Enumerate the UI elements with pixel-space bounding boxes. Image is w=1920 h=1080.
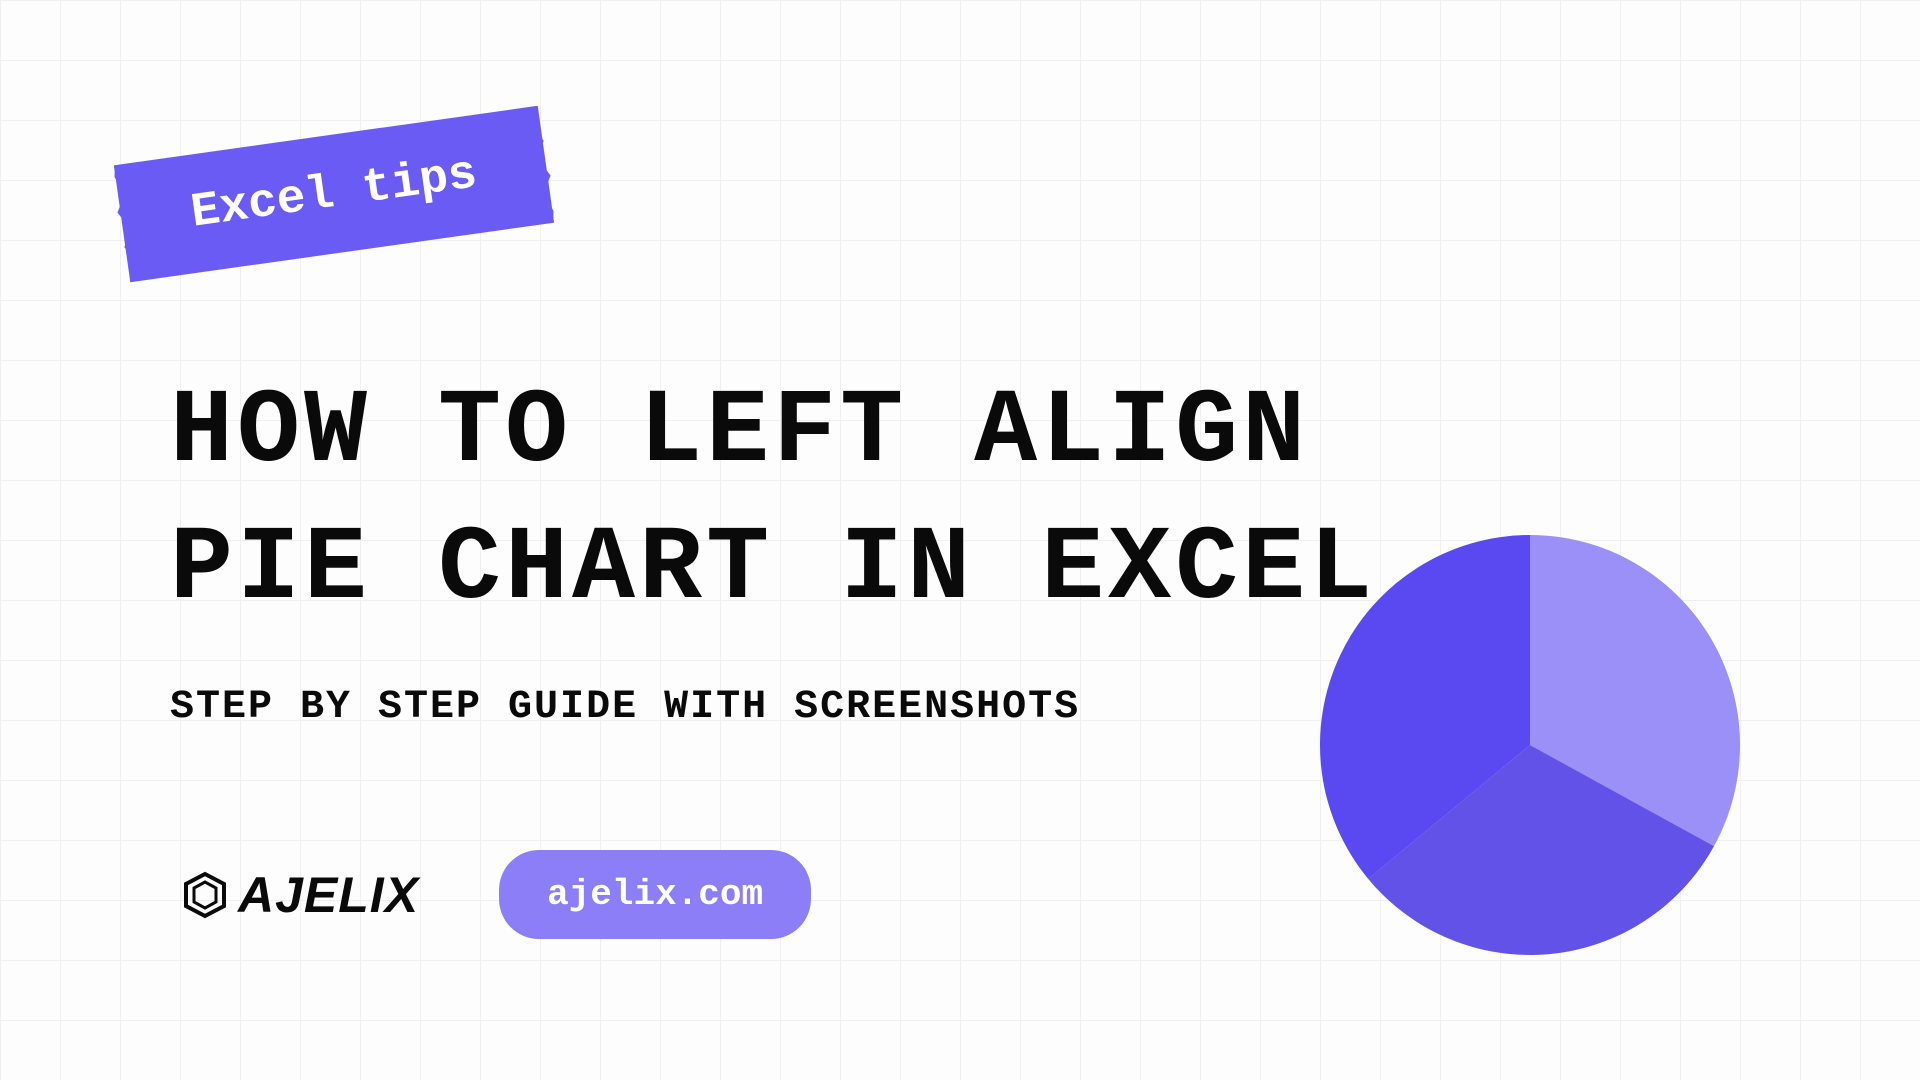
page-subtitle: STEP BY STEP GUIDE WITH SCREENSHOTS [170,685,1080,730]
footer-branding: AJELIX ajelix.com [180,850,811,939]
url-text: ajelix.com [547,874,763,915]
brand-logo: AJELIX [180,866,419,924]
headline-line-1: HOW TO LEFT ALIGN [170,373,1309,492]
page-title: HOW TO LEFT ALIGN PIE CHART IN EXCEL [170,365,1376,638]
brand-name: AJELIX [238,866,419,924]
badge-label: Excel tips [188,147,481,241]
pie-chart-illustration [1320,535,1740,955]
headline-line-2: PIE CHART IN EXCEL [170,510,1376,629]
logo-icon [180,870,230,920]
website-url-pill: ajelix.com [499,850,811,939]
